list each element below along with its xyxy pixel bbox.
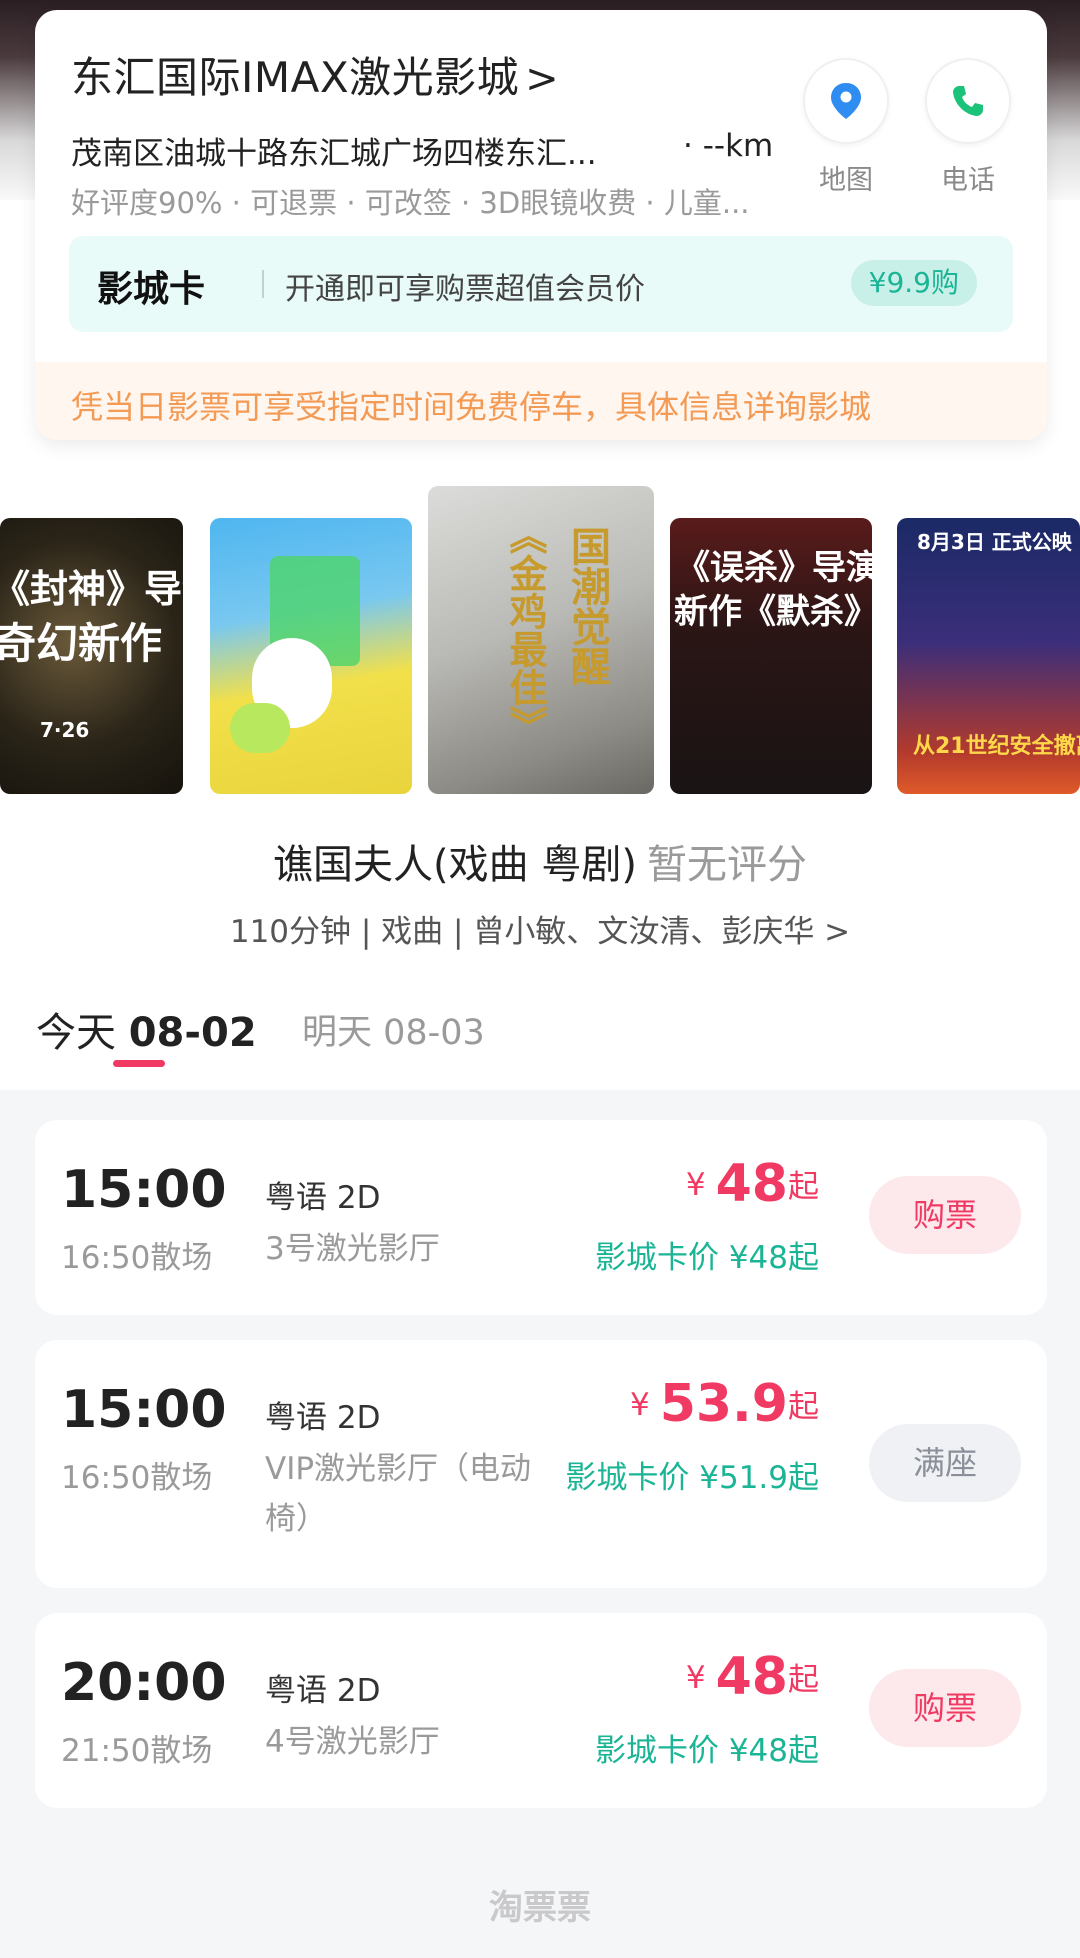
currency-symbol: ¥ bbox=[685, 1167, 706, 1203]
poster-text: 国潮觉醒 bbox=[564, 526, 610, 686]
poster-text: 《封神》导演 bbox=[0, 567, 183, 611]
showtime-card[interactable]: 20:00 21:50散场 粤语 2D 4号激光影厅 ¥48起 影城卡价 ¥48… bbox=[35, 1613, 1047, 1808]
card-buy-button[interactable]: ¥9.9购 bbox=[850, 260, 977, 306]
cinema-distance: · --km bbox=[683, 128, 774, 164]
price-value: 53.9 bbox=[659, 1374, 788, 1434]
showtime-language: 粤语 2D bbox=[265, 1400, 381, 1436]
movie-title-line: 谯国夫人(戏曲 粤剧) 暂无评分 bbox=[0, 832, 1080, 890]
poster-text: 7·26 bbox=[40, 718, 90, 742]
price-value: 48 bbox=[715, 1154, 788, 1214]
phone-icon-circle bbox=[925, 58, 1011, 144]
showtime-price: ¥48起 bbox=[686, 1154, 819, 1214]
movie-poster-selected[interactable]: 国潮觉醒 《金鸡最佳》 bbox=[428, 486, 654, 794]
cinema-info-card: 东汇国际IMAX激光影城 > 茂南区油城十路东汇城广场四楼东汇... · --km… bbox=[35, 10, 1047, 440]
card-price: 影城卡价 ¥48起 bbox=[594, 1733, 819, 1769]
active-tab-indicator bbox=[113, 1060, 165, 1067]
parking-notice-text: 凭当日影票可享受指定时间免费停车，具体信息详询影城 bbox=[71, 388, 872, 426]
cinema-name-link[interactable]: 东汇国际IMAX激光影城 > bbox=[71, 44, 559, 105]
poster-text: 奇幻新作 bbox=[0, 619, 163, 668]
buy-ticket-button[interactable]: 购票 bbox=[869, 1176, 1021, 1254]
cinema-address[interactable]: 茂南区油城十路东汇城广场四楼东汇... bbox=[71, 128, 611, 173]
phone-button[interactable]: 电话 bbox=[923, 58, 1013, 197]
showtime-start: 15:00 bbox=[61, 1380, 227, 1440]
poster-text: 《误杀》导演 bbox=[676, 548, 872, 588]
date-tabs: 今天 08-02 明天 08-03 bbox=[0, 990, 1080, 1085]
card-price: 影城卡价 ¥48起 bbox=[594, 1240, 819, 1276]
tab-today-date: 08-02 bbox=[128, 1010, 257, 1056]
card-banner-divider bbox=[262, 270, 264, 298]
card-banner-description: 开通即可享购票超值会员价 bbox=[285, 272, 645, 307]
poster-text: 从21世纪安全撤离 bbox=[913, 734, 1080, 759]
currency-symbol: ¥ bbox=[685, 1660, 706, 1696]
price-value: 48 bbox=[715, 1647, 788, 1707]
footer-logo: 淘票票 bbox=[489, 1888, 591, 1928]
buy-ticket-button[interactable]: 购票 bbox=[869, 1669, 1021, 1747]
poster-text: 新作《默杀》 bbox=[674, 592, 872, 632]
poster-art bbox=[230, 703, 290, 753]
showtime-start: 20:00 bbox=[61, 1653, 227, 1713]
sold-out-button[interactable]: 满座 bbox=[869, 1424, 1021, 1502]
showtime-card[interactable]: 15:00 16:50散场 粤语 2D VIP激光影厅（电动椅） ¥53.9起 … bbox=[35, 1340, 1047, 1588]
showtime-price: ¥48起 bbox=[686, 1647, 819, 1707]
showtime-end: 16:50散场 bbox=[61, 1240, 213, 1276]
showtime-end: 21:50散场 bbox=[61, 1733, 213, 1769]
movie-poster[interactable]: 《误杀》导演 新作《默杀》 bbox=[670, 518, 872, 794]
tab-today-prefix: 今天 bbox=[36, 1010, 116, 1056]
showtime-end: 16:50散场 bbox=[61, 1460, 213, 1496]
price-suffix: 起 bbox=[788, 1389, 819, 1425]
movie-poster[interactable] bbox=[210, 518, 412, 794]
showtime-price: ¥53.9起 bbox=[630, 1374, 819, 1434]
movie-score: 暂无评分 bbox=[646, 842, 807, 888]
card-price: 影城卡价 ¥51.9起 bbox=[565, 1460, 819, 1496]
location-pin-icon bbox=[831, 83, 861, 119]
tab-today[interactable]: 今天 08-02 bbox=[36, 1000, 257, 1058]
currency-symbol: ¥ bbox=[629, 1387, 650, 1423]
price-suffix: 起 bbox=[788, 1662, 819, 1698]
movie-title: 谯国夫人(戏曲 粤剧) bbox=[273, 842, 637, 888]
map-button[interactable]: 地图 bbox=[801, 58, 891, 197]
showtime-language: 粤语 2D bbox=[265, 1673, 381, 1709]
cinema-tags[interactable]: 好评度90% · 可退票 · 可改签 · 3D眼镜收费 · 儿童... bbox=[71, 180, 791, 222]
showtime-hall: VIP激光影厅（电动椅） bbox=[265, 1451, 532, 1537]
showtime-hall: 3号激光影厅 bbox=[265, 1231, 440, 1267]
phone-icon bbox=[953, 86, 983, 116]
phone-label: 电话 bbox=[941, 165, 995, 196]
parking-notice: 凭当日影票可享受指定时间免费停车，具体信息详询影城 bbox=[35, 362, 1047, 440]
showtime-hall: 4号激光影厅 bbox=[265, 1724, 440, 1760]
showtime-card[interactable]: 15:00 16:50散场 粤语 2D 3号激光影厅 ¥48起 影城卡价 ¥48… bbox=[35, 1120, 1047, 1315]
showtime-start: 15:00 bbox=[61, 1160, 227, 1220]
chevron-right-icon: > bbox=[525, 56, 560, 102]
cinema-card-banner[interactable]: 影城卡 开通即可享购票超值会员价 ¥9.9购 bbox=[69, 236, 1013, 332]
map-icon-circle bbox=[803, 58, 889, 144]
poster-text: 《金鸡最佳》 bbox=[503, 516, 547, 744]
poster-text: 8月3日 正式公映 bbox=[917, 530, 1072, 554]
card-banner-title: 影城卡 bbox=[97, 269, 206, 310]
tab-tomorrow[interactable]: 明天 08-03 bbox=[302, 1004, 485, 1055]
cinema-name: 东汇国际IMAX激光影城 bbox=[71, 53, 520, 102]
movie-poster[interactable]: 8月3日 正式公映 从21世纪安全撤离 bbox=[897, 518, 1080, 794]
showtime-language: 粤语 2D bbox=[265, 1180, 381, 1216]
price-suffix: 起 bbox=[788, 1169, 819, 1205]
movie-meta-link[interactable]: 110分钟 | 戏曲 | 曾小敏、文汝清、彭庆华 > bbox=[0, 906, 1080, 951]
movie-poster[interactable]: 《封神》导演 奇幻新作 7·26 bbox=[0, 518, 183, 794]
map-label: 地图 bbox=[819, 165, 873, 196]
